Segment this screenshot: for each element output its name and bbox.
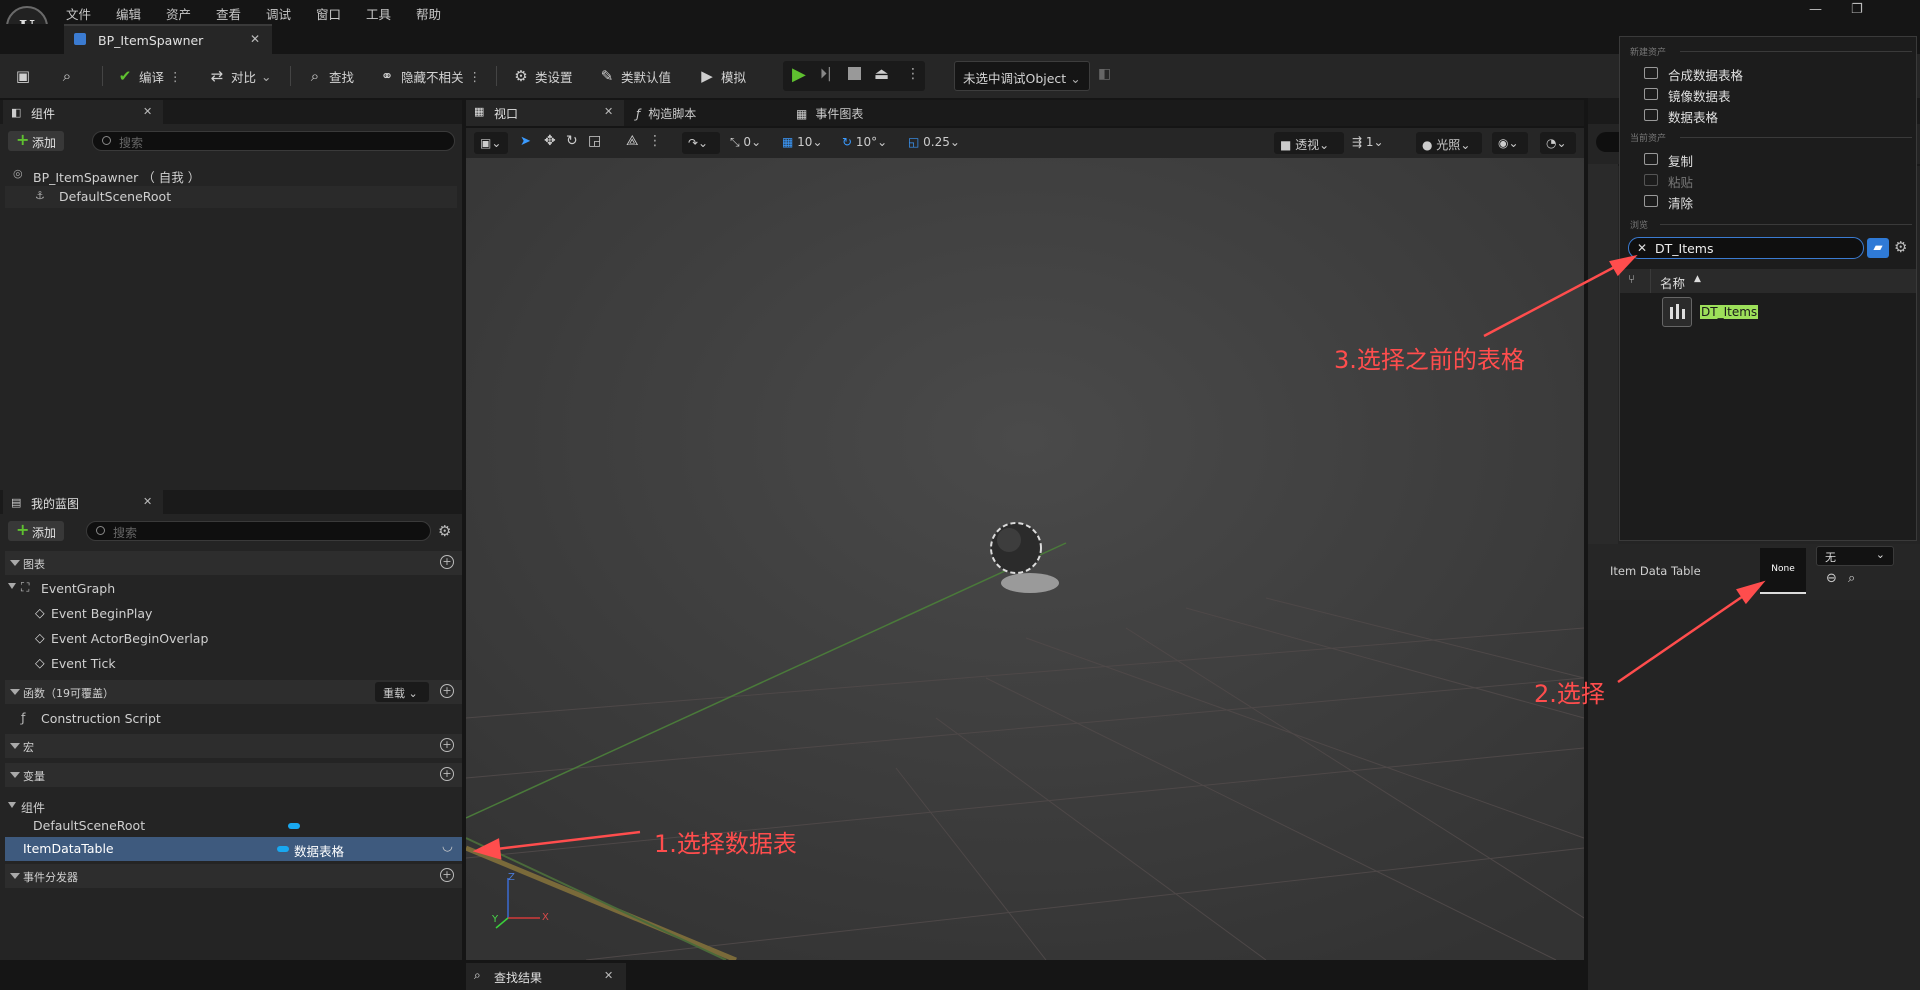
annotation-3: 3.选择之前的表格 — [1334, 346, 1525, 374]
annotation-1: 1.选择数据表 — [654, 830, 797, 858]
annotation-arrows — [472, 254, 1766, 860]
annotation-2: 2.选择 — [1534, 680, 1605, 708]
